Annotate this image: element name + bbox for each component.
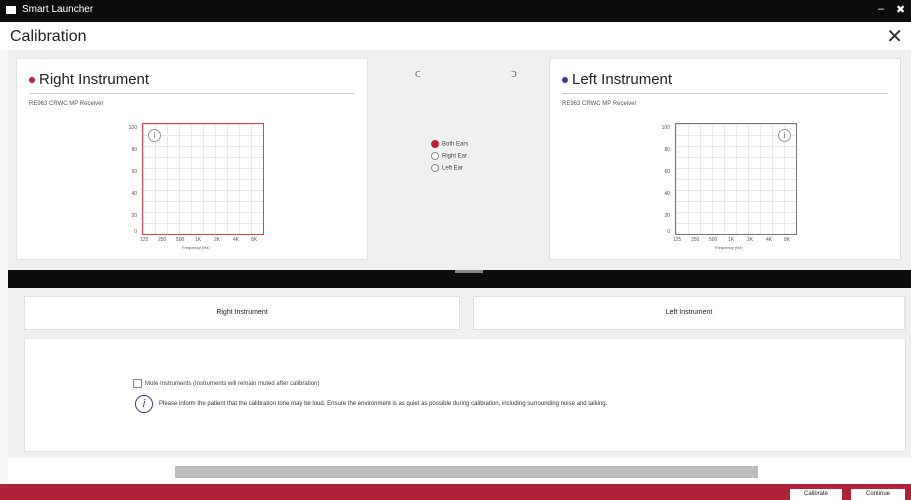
calibration-note: Please inform the patient that the calib… xyxy=(159,401,608,407)
close-icon[interactable]: ✕ xyxy=(886,24,903,49)
info-icon[interactable]: i xyxy=(148,129,161,142)
radio-icon[interactable] xyxy=(431,152,439,160)
splitter-bar[interactable] xyxy=(8,270,911,288)
right-instrument-panel: Right Instrument RE963 CRWC MP Receiver … xyxy=(16,58,368,260)
right-xtick: 250 xyxy=(158,237,167,243)
info-icon[interactable]: i xyxy=(778,129,791,142)
left-xtick: 8K xyxy=(784,237,791,243)
mute-label: Mute Instruments (Instruments will remai… xyxy=(145,381,320,388)
calibration-options: Mute Instruments (Instruments will remai… xyxy=(24,338,906,452)
left-ytick: 60 xyxy=(664,169,670,175)
left-ytick: 80 xyxy=(664,147,670,153)
left-ytick: 20 xyxy=(664,213,670,219)
right-ytick: 0 xyxy=(134,229,137,235)
right-instrument-title: Right Instrument xyxy=(29,71,149,88)
horizontal-scrollbar[interactable] xyxy=(175,466,758,478)
radio-right-ear[interactable]: Right Ear xyxy=(431,152,467,160)
left-strip xyxy=(0,50,8,484)
radio-icon[interactable] xyxy=(431,164,439,172)
right-xtick: 8K xyxy=(251,237,258,243)
right-audiogram-plot: i xyxy=(142,123,264,235)
right-xtick: 2K xyxy=(214,237,221,243)
left-instrument-panel: Left Instrument RE963 CRWC MP Receiver 1… xyxy=(549,58,901,260)
left-xtick: 2K xyxy=(747,237,754,243)
window-close-button[interactable]: ✖ xyxy=(896,3,905,16)
continue-button[interactable]: Continue xyxy=(851,489,905,500)
right-xtick: 500 xyxy=(176,237,185,243)
right-title-rule xyxy=(29,93,355,94)
left-xtick: 1K xyxy=(728,237,735,243)
left-ytick: 100 xyxy=(661,125,670,131)
minimize-button[interactable]: – xyxy=(878,3,884,15)
left-instrument-title-text: Left Instrument xyxy=(572,71,673,88)
calibration-overview: Right Instrument RE963 CRWC MP Receiver … xyxy=(8,50,911,270)
radio-label: Both Ears xyxy=(442,141,469,148)
calibrate-button[interactable]: Calibrate xyxy=(790,489,842,500)
left-title-rule xyxy=(562,93,888,94)
left-dot-icon xyxy=(562,77,568,84)
tab-left-instrument[interactable]: Left Instrument xyxy=(473,296,905,330)
app-icon xyxy=(6,6,16,14)
right-ytick: 60 xyxy=(131,169,137,175)
left-x-axis-label: Frequency (Hz) xyxy=(715,245,743,250)
left-ytick: 0 xyxy=(667,229,670,235)
right-ytick: 80 xyxy=(131,147,137,153)
right-receiver-label: RE963 CRWC MP Receiver xyxy=(29,101,104,107)
ear-selector: ᑕ ᑐ Both Ears Right Ear Left Ear xyxy=(375,50,545,270)
right-instrument-title-text: Right Instrument xyxy=(39,71,150,88)
left-xtick: 4K xyxy=(766,237,773,243)
right-ytick: 40 xyxy=(131,191,137,197)
tab-right-instrument[interactable]: Right Instrument xyxy=(24,296,460,330)
splitter-grip[interactable] xyxy=(455,270,483,273)
footer-bar: Calibrate Continue xyxy=(0,484,911,500)
page-header: Calibration ✕ xyxy=(0,22,911,51)
right-xtick: 125 xyxy=(140,237,149,243)
instrument-settings: Right Instrument Left Instrument Mute In… xyxy=(8,288,911,458)
left-ytick: 40 xyxy=(664,191,670,197)
app-name: Smart Launcher xyxy=(22,4,94,15)
left-instrument-title: Left Instrument xyxy=(562,71,672,88)
page-title: Calibration xyxy=(10,28,87,45)
left-xtick: 125 xyxy=(673,237,682,243)
radio-left-ear[interactable]: Left Ear xyxy=(431,164,463,172)
radio-both-ears[interactable]: Both Ears xyxy=(431,140,468,148)
right-x-axis-label: Frequency (Hz) xyxy=(182,245,210,250)
mute-instruments-option[interactable]: Mute Instruments (Instruments will remai… xyxy=(133,379,319,388)
right-xtick: 1K xyxy=(195,237,202,243)
left-xtick: 500 xyxy=(709,237,718,243)
right-ytick: 20 xyxy=(131,213,137,219)
window-titlebar: Smart Launcher – ✖ xyxy=(0,0,911,22)
left-xtick: 250 xyxy=(691,237,700,243)
ear-left-icon: ᑕ xyxy=(415,70,421,79)
mute-checkbox[interactable] xyxy=(133,379,142,388)
right-xtick: 4K xyxy=(233,237,240,243)
radio-selected-icon[interactable] xyxy=(431,140,439,148)
info-icon: i xyxy=(135,395,153,413)
radio-label: Right Ear xyxy=(442,153,468,160)
radio-label: Left Ear xyxy=(442,165,464,172)
ear-right-icon: ᑐ xyxy=(511,70,517,79)
left-receiver-label: RE963 CRWC MP Receiver xyxy=(562,101,637,107)
left-audiogram-plot: i xyxy=(675,123,797,235)
right-dot-icon xyxy=(29,77,35,84)
right-ytick: 100 xyxy=(128,125,137,131)
